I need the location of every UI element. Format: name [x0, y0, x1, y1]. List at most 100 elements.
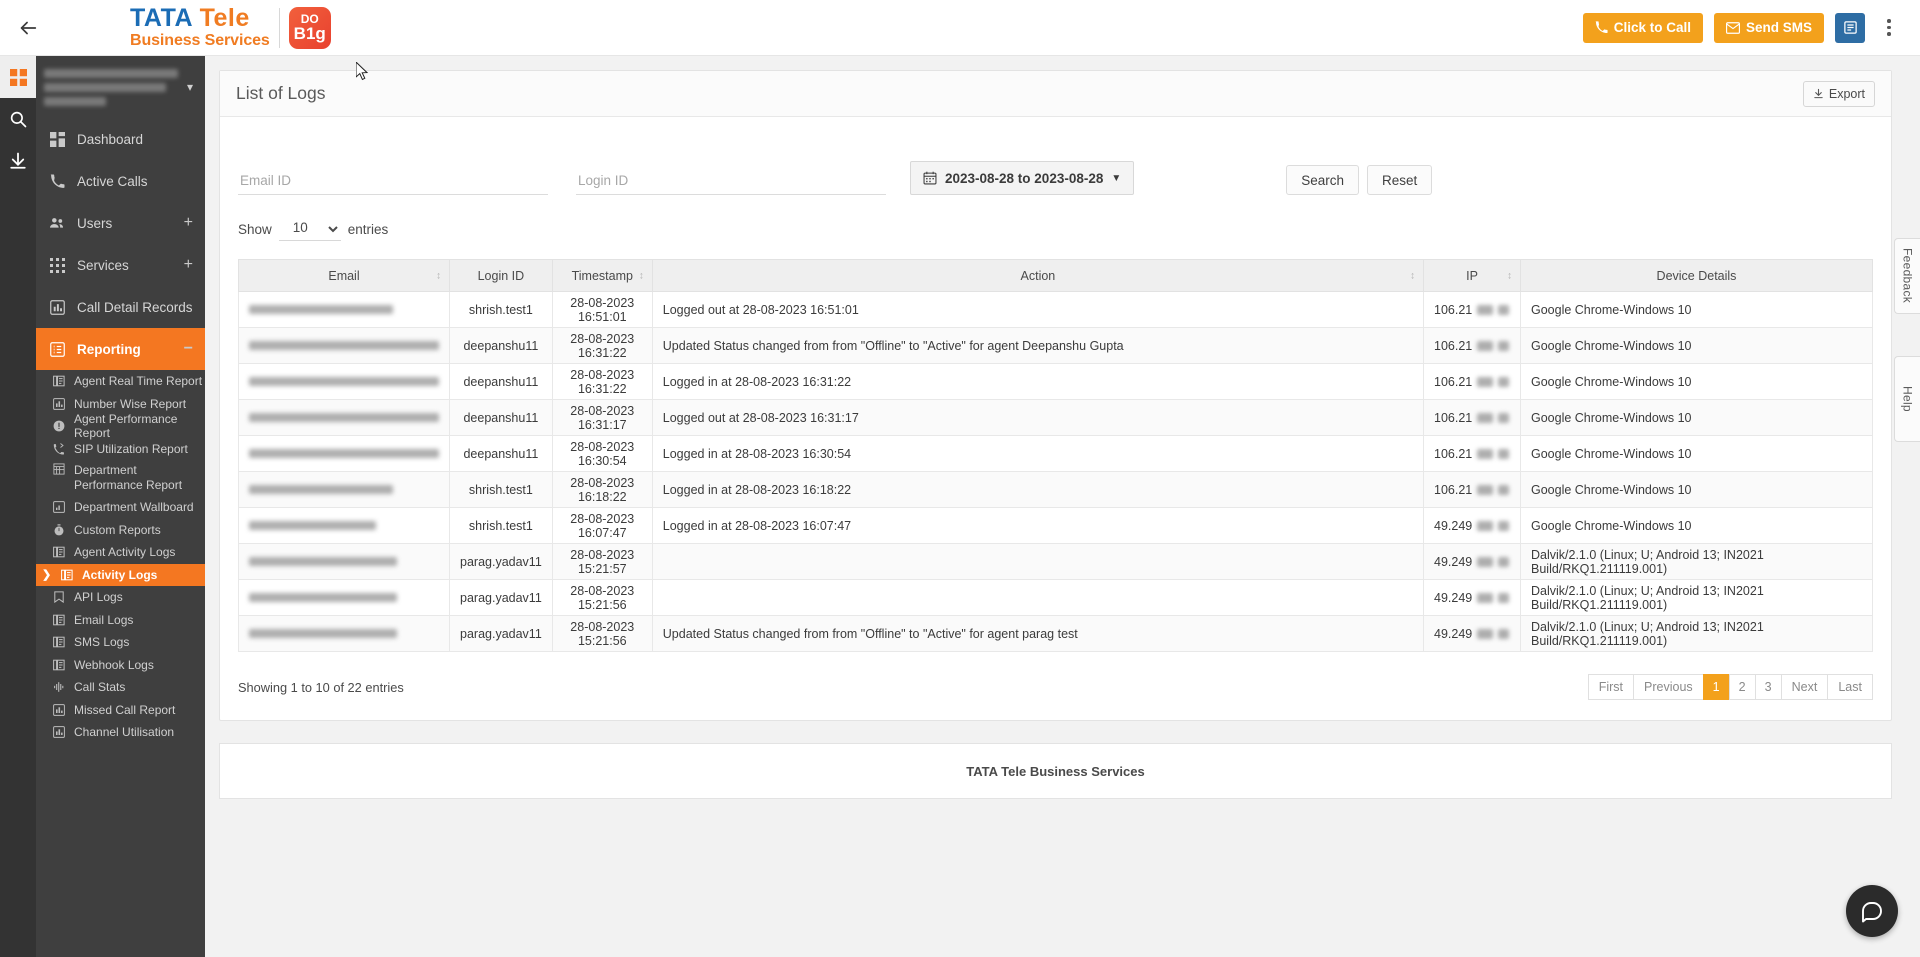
- exclamation-circle-icon: [52, 420, 66, 432]
- column-header-ip[interactable]: IP ↕: [1423, 259, 1521, 292]
- cell-email: [238, 327, 450, 364]
- reset-button[interactable]: Reset: [1367, 165, 1433, 195]
- page-button-next[interactable]: Next: [1780, 674, 1829, 700]
- collapse-reporting-icon[interactable]: −: [184, 340, 205, 358]
- add-service-icon[interactable]: +: [184, 256, 205, 274]
- rail-dashboard-grid-icon[interactable]: [0, 56, 36, 98]
- message-list-icon[interactable]: [1835, 12, 1865, 43]
- sidebar-item-label: Users: [77, 215, 113, 231]
- rail-download-icon[interactable]: [0, 140, 36, 182]
- ip-redacted: [1498, 484, 1510, 495]
- sidebar-item-label: Custom Reports: [74, 522, 161, 537]
- click-to-call-button[interactable]: Click to Call: [1582, 12, 1703, 43]
- rail-search-icon[interactable]: [0, 98, 36, 140]
- ip-prefix: 49.249: [1434, 518, 1473, 533]
- sidebar-item-api-logs[interactable]: API Logs: [36, 586, 205, 609]
- sort-icon: ↕: [638, 270, 644, 281]
- cell-email: [238, 399, 450, 436]
- chevron-down-icon[interactable]: ▾: [187, 80, 197, 94]
- column-header-device-details[interactable]: Device Details: [1520, 259, 1873, 292]
- table-row: deepanshu11 28-08-2023 16:31:22 Logged in …: [238, 363, 1873, 400]
- cell-action: Updated Status changed from from "Offlin…: [651, 327, 1425, 364]
- user-profile[interactable]: ▾: [36, 56, 205, 118]
- sidebar-item-agent-real-time-report[interactable]: Agent Real Time Report: [36, 370, 205, 393]
- logo-tagline: Business Services: [130, 32, 270, 49]
- cell-ip: 106.21: [1423, 471, 1521, 508]
- document-stack-icon: [60, 569, 74, 581]
- back-arrow-icon[interactable]: [0, 0, 56, 56]
- sidebar-item-agent-activity-logs[interactable]: Agent Activity Logs: [36, 541, 205, 564]
- email-redacted: [249, 413, 439, 422]
- sidebar-item-department-wallboard[interactable]: Department Wallboard: [36, 496, 205, 519]
- more-options-icon[interactable]: [1876, 13, 1902, 43]
- column-header-action[interactable]: Action ↕: [651, 259, 1425, 292]
- page-button-1[interactable]: 1: [1702, 674, 1730, 700]
- page-button-2[interactable]: 2: [1728, 674, 1756, 700]
- add-user-icon[interactable]: +: [184, 214, 205, 232]
- email-redacted: [249, 557, 397, 566]
- feedback-tab[interactable]: Feedback: [1894, 238, 1920, 314]
- column-header-email[interactable]: Email ↕: [238, 259, 450, 292]
- help-tab[interactable]: Help: [1894, 356, 1920, 442]
- page-button-3[interactable]: 3: [1754, 674, 1782, 700]
- icon-rail: [0, 56, 36, 957]
- document-stack-icon: [52, 659, 66, 671]
- ip-redacted: [1498, 340, 1510, 351]
- date-range-picker[interactable]: 2023-08-28 to 2023-08-28 ▼: [910, 161, 1135, 195]
- page-button-first[interactable]: First: [1587, 674, 1635, 700]
- entries-per-page-select[interactable]: 102550100: [278, 217, 341, 241]
- cell-action: Logged in at 28-08-2023 16:30:54: [651, 435, 1425, 472]
- sidebar-item-dashboard[interactable]: Dashboard: [36, 118, 205, 160]
- sidebar-item-activity-logs[interactable]: ❯ Activity Logs: [36, 563, 205, 586]
- dashboard-grid-icon: [48, 131, 66, 147]
- table-body: shrish.test1 28-08-2023 16:51:01 Logged ou…: [238, 291, 1873, 652]
- sidebar-item-services[interactable]: Services +: [36, 244, 205, 286]
- sidebar-item-users[interactable]: Users +: [36, 202, 205, 244]
- column-header-login-id[interactable]: Login ID: [449, 259, 553, 292]
- cell-device-details: Google Chrome-Windows 10: [1520, 399, 1873, 436]
- login-field-wrap: [576, 170, 886, 195]
- sidebar-item-webhook-logs[interactable]: Webhook Logs: [36, 654, 205, 677]
- sidebar-item-custom-reports[interactable]: Custom Reports: [36, 519, 205, 542]
- cell-email: [238, 291, 450, 328]
- sidebar-item-agent-performance-report[interactable]: Agent Performance Report: [36, 412, 205, 440]
- sidebar-item-sms-logs[interactable]: SMS Logs: [36, 631, 205, 654]
- page-button-previous[interactable]: Previous: [1633, 674, 1704, 700]
- brand-logo[interactable]: TATA Tele Business Services DO B1g: [130, 6, 331, 49]
- column-header-timestamp[interactable]: Timestamp ↕: [551, 259, 653, 292]
- entries-selector: Show 102550100 entries: [238, 217, 1873, 241]
- cell-action: Updated Status changed from from "Offlin…: [651, 615, 1425, 652]
- login-id-input[interactable]: [576, 170, 886, 195]
- email-id-input[interactable]: [238, 170, 548, 195]
- sidebar-item-email-logs[interactable]: Email Logs: [36, 609, 205, 632]
- top-actions: Click to Call Send SMS: [1582, 12, 1920, 43]
- showing-entries-text: Showing 1 to 10 of 22 entries: [238, 679, 404, 695]
- cell-login-id: parag.yadav11: [449, 579, 553, 616]
- page-button-last[interactable]: Last: [1827, 674, 1873, 700]
- table-row: parag.yadav11 28-08-2023 15:21:57 49.249 Da…: [238, 543, 1873, 580]
- cell-login-id: parag.yadav11: [449, 543, 553, 580]
- sidebar-item-call-stats[interactable]: Call Stats: [36, 676, 205, 699]
- sidebar-item-reporting[interactable]: Reporting −: [36, 328, 205, 370]
- chat-bubble-icon[interactable]: [1846, 885, 1898, 937]
- sidebar-item-active-calls[interactable]: Active Calls: [36, 160, 205, 202]
- send-sms-button[interactable]: Send SMS: [1713, 12, 1824, 43]
- cell-device-details: Google Chrome-Windows 10: [1520, 471, 1873, 508]
- ip-prefix: 49.249: [1434, 554, 1473, 569]
- sidebar-item-channel-utilisation[interactable]: Channel Utilisation: [36, 721, 205, 744]
- email-redacted: [249, 449, 439, 458]
- ip-redacted: [1498, 592, 1510, 603]
- sidebar-item-department-performance-report[interactable]: Department Performance Report: [36, 460, 205, 496]
- column-label: Login ID: [477, 268, 525, 283]
- sidebar-item-missed-call-report[interactable]: Missed Call Report: [36, 699, 205, 722]
- document-stack-icon: [52, 375, 66, 387]
- envelope-icon: [1725, 21, 1740, 34]
- export-button[interactable]: Export: [1802, 80, 1875, 107]
- search-button[interactable]: Search: [1286, 165, 1360, 195]
- sidebar-item-label: Agent Activity Logs: [74, 545, 176, 560]
- sidebar-item-call-detail-records[interactable]: Call Detail Records: [36, 286, 205, 328]
- sidebar-item-sip-utilization-report[interactable]: SIP Utilization Report: [36, 438, 205, 461]
- ip-redacted: [1477, 448, 1494, 459]
- cell-timestamp: 28-08-2023 16:31:22: [551, 363, 653, 400]
- cell-login-id: deepanshu11: [449, 327, 553, 364]
